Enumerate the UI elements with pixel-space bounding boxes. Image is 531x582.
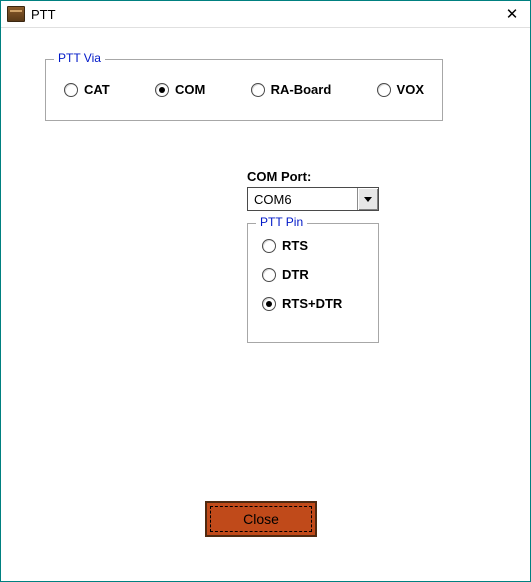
groupbox-ptt-pin-legend: PTT Pin [256, 215, 307, 229]
radio-label: COM [175, 82, 205, 97]
radio-dot-icon [377, 83, 391, 97]
chevron-down-icon [364, 197, 372, 202]
ptt-pin-radio-col: RTS DTR RTS+DTR [262, 238, 342, 311]
ptt-via-radio-row: CAT COM RA-Board VOX [64, 82, 424, 97]
com-port-dropdown-button[interactable] [357, 188, 378, 210]
title-bar: PTT ✕ [1, 1, 530, 28]
com-port-value: COM6 [248, 188, 357, 210]
groupbox-ptt-via: PTT Via CAT COM RA-Board VOX [45, 59, 443, 121]
groupbox-ptt-via-legend: PTT Via [54, 51, 105, 65]
radio-dot-icon [262, 297, 276, 311]
radio-label: CAT [84, 82, 110, 97]
radio-label: RTS+DTR [282, 296, 342, 311]
radio-ptt-pin-dtr[interactable]: DTR [262, 267, 342, 282]
radio-label: DTR [282, 267, 309, 282]
radio-ptt-via-com[interactable]: COM [155, 82, 205, 97]
radio-label: RA-Board [271, 82, 332, 97]
radio-ptt-via-vox[interactable]: VOX [377, 82, 424, 97]
close-icon[interactable]: ✕ [500, 4, 524, 24]
content-area: PTT Via CAT COM RA-Board VOX [1, 27, 530, 581]
app-icon [7, 6, 25, 22]
radio-ptt-pin-rts-dtr[interactable]: RTS+DTR [262, 296, 342, 311]
radio-ptt-via-cat[interactable]: CAT [64, 82, 110, 97]
radio-dot-icon [155, 83, 169, 97]
window-title: PTT [31, 7, 56, 22]
groupbox-ptt-pin: PTT Pin RTS DTR RTS+DTR [247, 223, 379, 343]
radio-dot-icon [262, 268, 276, 282]
com-port-select[interactable]: COM6 [247, 187, 379, 211]
close-button[interactable]: Close [205, 501, 317, 537]
radio-label: RTS [282, 238, 308, 253]
radio-dot-icon [262, 239, 276, 253]
ptt-dialog: PTT ✕ PTT Via CAT COM RA-Board [0, 0, 531, 582]
radio-dot-icon [64, 83, 78, 97]
radio-label: VOX [397, 82, 424, 97]
radio-ptt-via-ra-board[interactable]: RA-Board [251, 82, 332, 97]
radio-dot-icon [251, 83, 265, 97]
com-port-label: COM Port: [247, 169, 311, 184]
close-button-label: Close [243, 511, 279, 527]
radio-ptt-pin-rts[interactable]: RTS [262, 238, 342, 253]
